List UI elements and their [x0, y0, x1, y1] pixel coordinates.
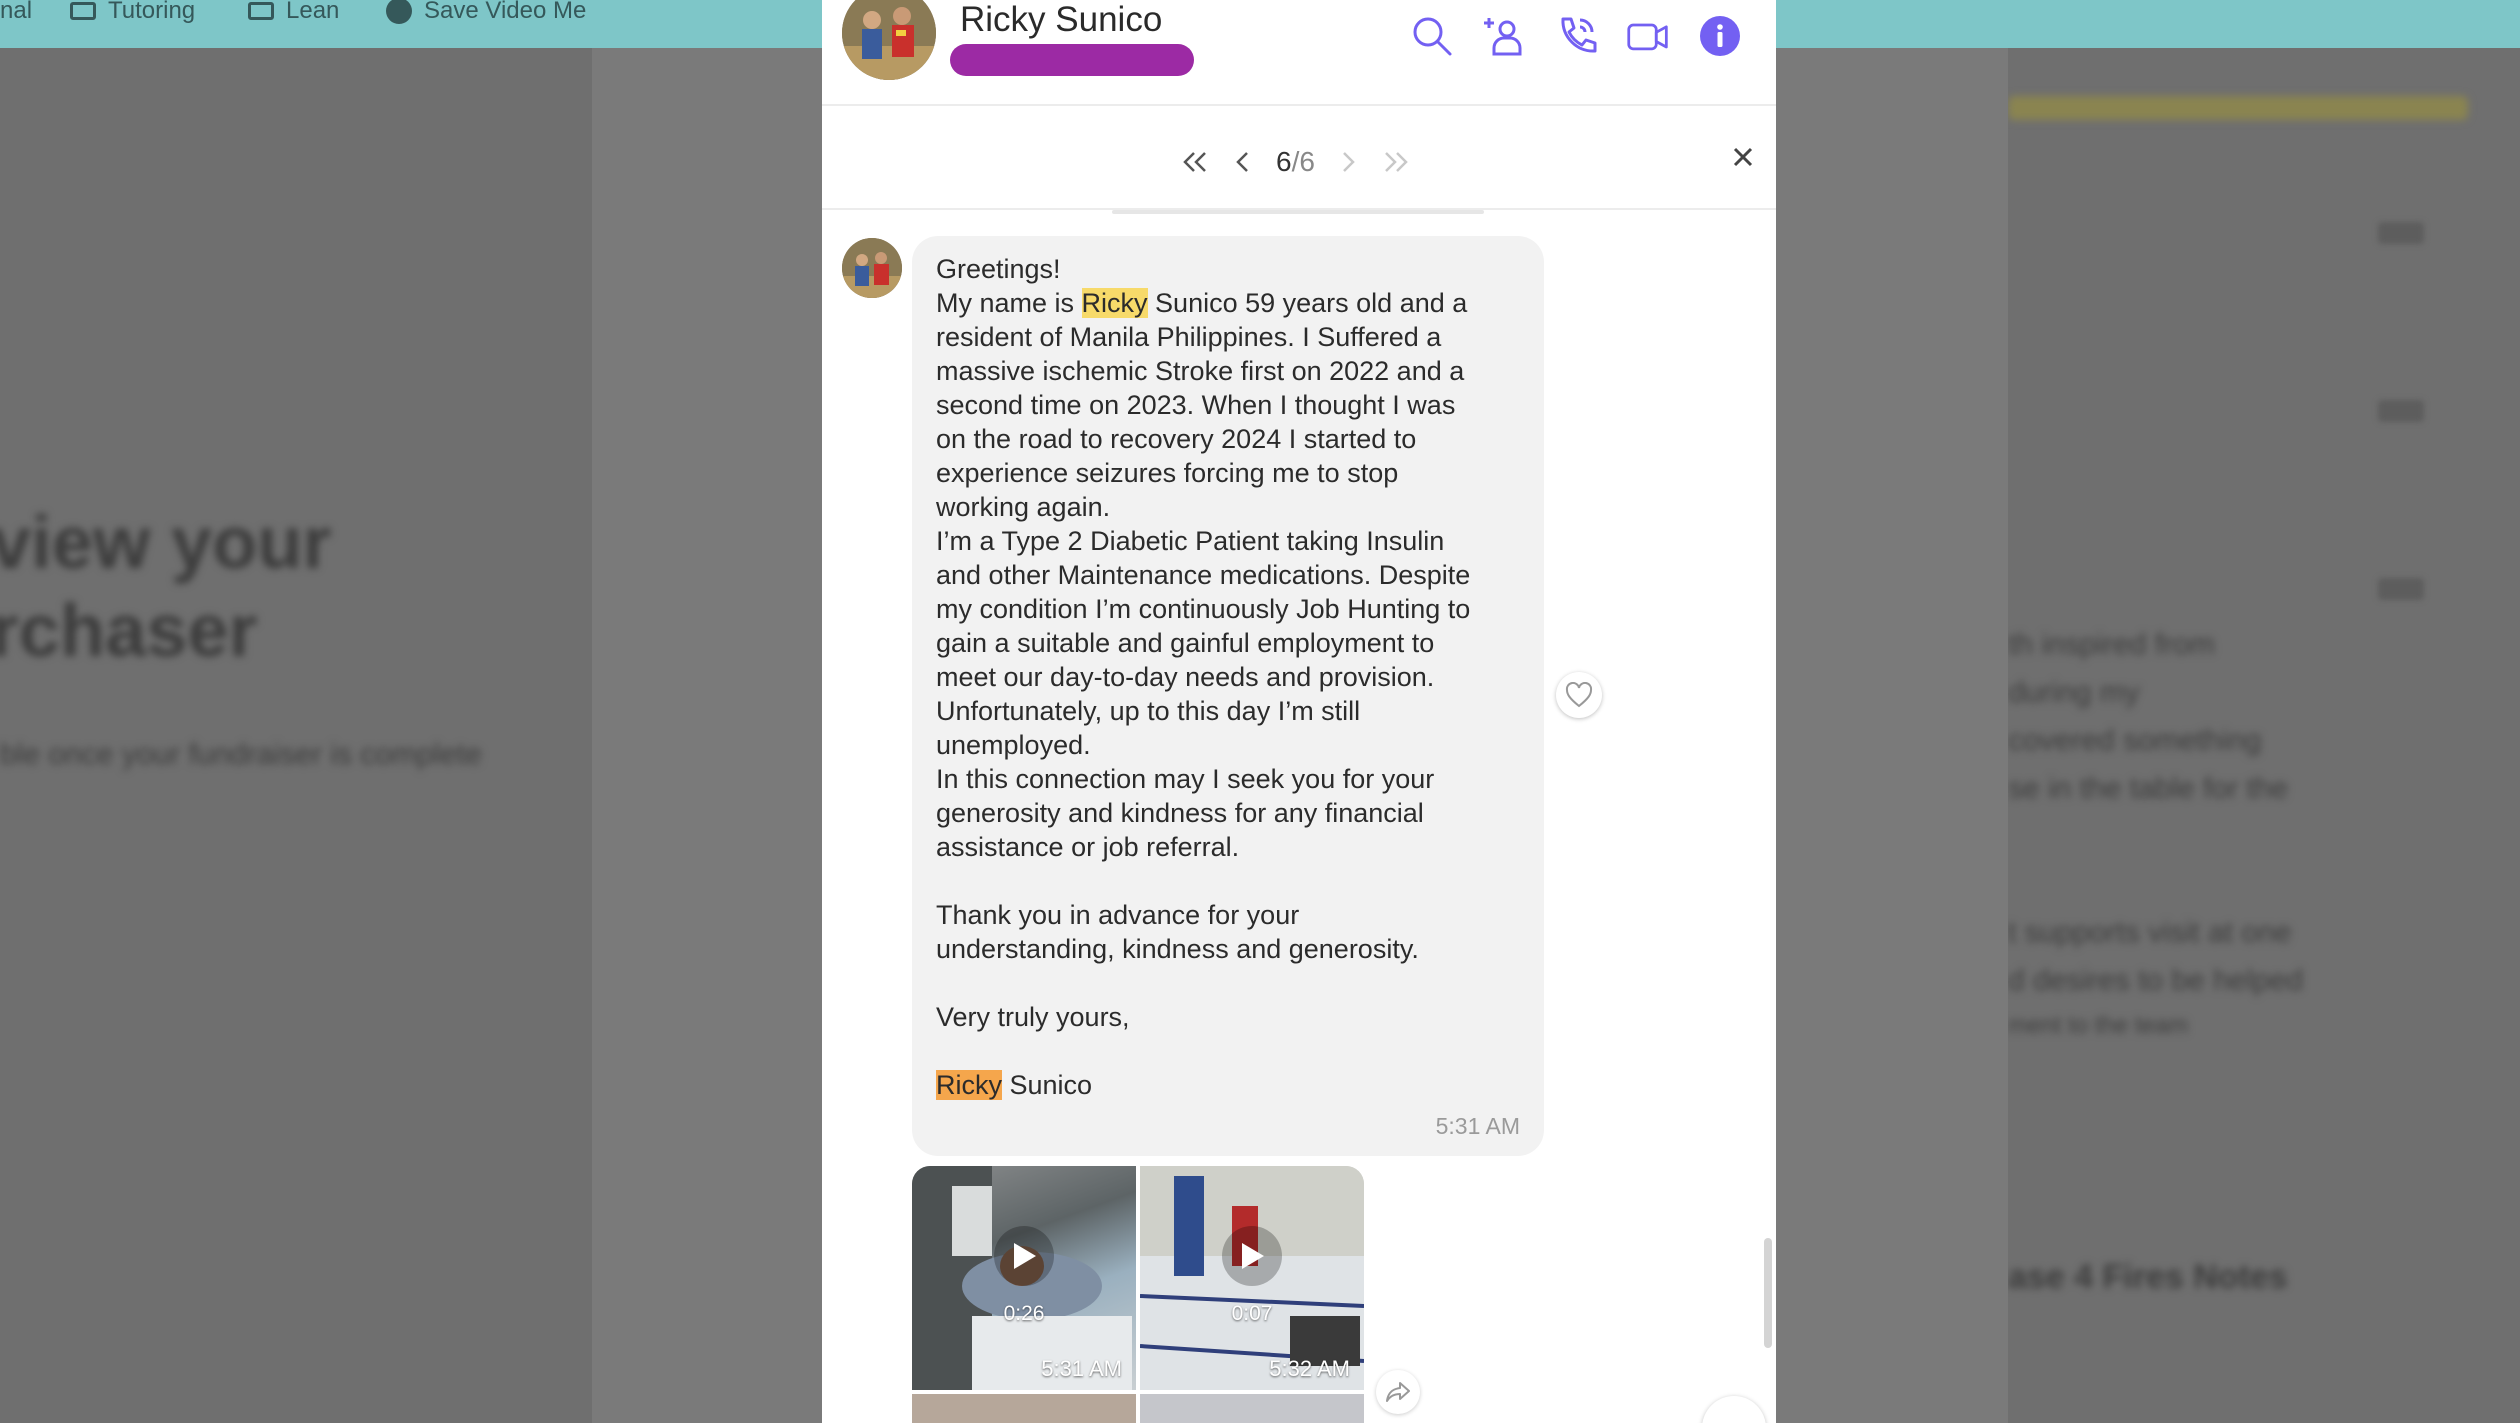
message-bubble[interactable]: Greetings! My name is Ricky Sunico 59 ye… — [912, 236, 1544, 1156]
bookmark-item[interactable]: Lean — [248, 0, 340, 24]
globe-icon — [386, 0, 412, 24]
search-highlight-active: Ricky — [936, 1070, 1002, 1100]
search-results-bar: 6/6 — [822, 106, 1776, 210]
search-pager: 6/6 — [1180, 142, 1411, 182]
chat-header: Ricky Sunico — [822, 0, 1776, 106]
bookmark-item[interactable]: Tutoring — [70, 0, 196, 24]
phone-icon[interactable] — [1554, 14, 1598, 58]
total-results: 6 — [1299, 146, 1315, 177]
play-icon[interactable] — [994, 1226, 1054, 1286]
background-line: ase 4 Fires Notes — [2008, 1258, 2288, 1296]
current-result: 6 — [1276, 146, 1292, 177]
scrollbar[interactable] — [1764, 1238, 1772, 1348]
scroll-down-button[interactable] — [1702, 1396, 1766, 1423]
video-thumbnail[interactable]: 0:26 5:31 AM — [912, 1166, 1136, 1390]
message-list[interactable]: Greetings! My name is Ricky Sunico 59 ye… — [822, 210, 1776, 1423]
background-heading-1: view your — [0, 501, 332, 584]
sender-avatar[interactable] — [842, 238, 902, 298]
like-heart-icon[interactable] — [1556, 672, 1602, 718]
background-heading-2: rchaser — [0, 589, 258, 672]
bookmark-item[interactable]: nal — [0, 0, 33, 24]
background-chip — [2378, 222, 2424, 244]
last-result-icon[interactable] — [1381, 147, 1411, 177]
bookmark-item[interactable]: Save Video Me — [386, 0, 587, 24]
status-badge — [950, 44, 1194, 76]
contact-avatar[interactable] — [842, 0, 936, 80]
background-line: se in the table for the — [2008, 772, 2289, 805]
bookmark-label: nal — [0, 0, 33, 24]
message-time: 5:31 AM — [1435, 1113, 1520, 1139]
background-line: ment to the team — [2008, 1012, 2189, 1039]
background-line: t supports visit at one — [2008, 916, 2292, 949]
background-line: d desires to be helped — [2008, 964, 2304, 997]
search-highlight: Ricky — [1081, 288, 1148, 318]
background-line: covered something — [2008, 724, 2262, 757]
bookmark-label: Save Video Me — [424, 0, 587, 24]
folder-icon — [70, 2, 96, 20]
video-duration: 0:26 — [1003, 1302, 1045, 1325]
search-icon[interactable] — [1410, 14, 1454, 58]
video-duration: 0:07 — [1231, 1302, 1273, 1325]
first-result-icon[interactable] — [1180, 147, 1210, 177]
chat-panel: Ricky Sunico 6/6 Greetings! My name is R… — [822, 0, 1776, 1423]
background-subtext: ble once your fundraiser is complete — [0, 738, 482, 771]
background-page-left: view your rchaser ble once your fundrais… — [0, 0, 592, 1423]
message-text-segment: Greetings! My name is — [936, 254, 1075, 318]
previous-result-icon[interactable] — [1228, 147, 1258, 177]
share-icon[interactable] — [1376, 1370, 1420, 1414]
next-result-icon[interactable] — [1333, 147, 1363, 177]
video-time: 5:31 AM — [1041, 1356, 1122, 1381]
video-thumbnail[interactable] — [912, 1394, 1136, 1423]
message-text: Greetings! My name is Ricky Sunico 59 ye… — [936, 252, 1520, 1102]
video-icon[interactable] — [1626, 14, 1670, 58]
bookmark-label: Tutoring — [108, 0, 196, 24]
background-chip — [2378, 400, 2424, 422]
background-chip — [2378, 578, 2424, 600]
message-text-segment: Sunico 59 years old and a resident of Ma… — [936, 288, 1471, 1032]
play-icon[interactable] — [1222, 1226, 1282, 1286]
bookmark-label: Lean — [286, 0, 340, 24]
background-line: during my — [2008, 676, 2140, 709]
message-text-segment: Sunico — [1002, 1070, 1093, 1100]
add-contact-icon[interactable] — [1482, 14, 1526, 58]
video-thumbnail[interactable] — [1140, 1394, 1364, 1423]
previous-message-edge — [1112, 210, 1484, 214]
contact-name[interactable]: Ricky Sunico — [960, 0, 1162, 40]
background-line: th inspired from — [2008, 628, 2215, 661]
result-counter: 6/6 — [1276, 146, 1315, 178]
background-banner — [2008, 96, 2468, 120]
close-search-icon[interactable] — [1728, 142, 1758, 172]
background-page-right: th inspired from during my covered somet… — [2008, 0, 2520, 1423]
video-time: 5:32 AM — [1269, 1356, 1350, 1381]
info-icon[interactable] — [1698, 14, 1742, 58]
video-thumbnail[interactable]: 0:07 5:32 AM — [1140, 1166, 1364, 1390]
folder-icon — [248, 2, 274, 20]
